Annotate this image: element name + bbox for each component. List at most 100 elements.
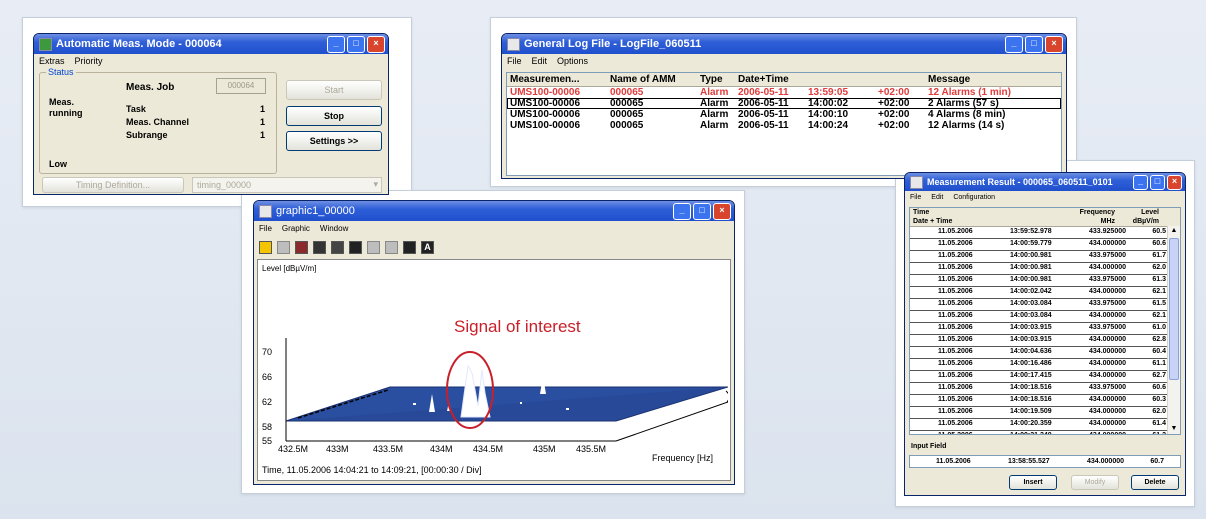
- menu-priority[interactable]: Priority: [75, 56, 103, 66]
- result-row[interactable]: 11.05.2006 14:00:16.486 434.000000 61.1: [910, 359, 1180, 371]
- minimize-icon[interactable]: _: [1133, 174, 1148, 190]
- result-row[interactable]: 11.05.2006 14:00:17.415 434.000000 62.7: [910, 371, 1180, 383]
- result-row[interactable]: 11.05.2006 14:00:19.509 434.000000 62.0: [910, 407, 1180, 419]
- log-row-1[interactable]: UMS100-00006 000065 Alarm 2006-05-11 13:…: [507, 87, 1061, 98]
- menu-options[interactable]: Options: [557, 56, 588, 66]
- result-cell: 433.975000: [1089, 300, 1126, 307]
- timing-definition-button[interactable]: Timing Definition...: [42, 177, 184, 193]
- signal-blip-3: [566, 408, 569, 410]
- close-icon[interactable]: ×: [367, 35, 385, 53]
- y-axis-label: Level [dBµV/m]: [262, 264, 317, 273]
- insert-button[interactable]: Insert: [1009, 475, 1057, 490]
- text-icon[interactable]: A: [421, 241, 434, 254]
- title-bar: Measurement Result - 000065_060511_0101 …: [905, 173, 1185, 191]
- minimize-icon[interactable]: _: [673, 202, 691, 220]
- close-icon[interactable]: ×: [1045, 35, 1063, 53]
- close-icon[interactable]: ×: [713, 202, 731, 220]
- scroll-thumb[interactable]: [1169, 238, 1179, 380]
- menu-file[interactable]: File: [910, 194, 921, 201]
- menu-extras[interactable]: Extras: [39, 56, 65, 66]
- result-row[interactable]: 11.05.2006 14:00:00.981 433.975000 61.7: [910, 251, 1180, 263]
- result-row[interactable]: 11.05.200614:00:21.240434.00000061.2: [910, 431, 1180, 434]
- y-tick: 58: [262, 422, 273, 432]
- delete-button[interactable]: Delete: [1131, 475, 1179, 490]
- result-row[interactable]: 11.05.2006 14:00:59.779 434.000000 60.6: [910, 239, 1180, 251]
- grid-icon[interactable]: [331, 241, 344, 254]
- result-cell: 434.000000: [1089, 408, 1126, 415]
- view-icon[interactable]: [277, 241, 290, 254]
- menu-file[interactable]: File: [259, 224, 272, 233]
- stop-button[interactable]: Stop: [286, 106, 382, 126]
- menu-configuration[interactable]: Configuration: [953, 194, 995, 201]
- maximize-icon[interactable]: □: [1025, 35, 1043, 53]
- col-name-of-amm[interactable]: Name of AMM: [610, 73, 700, 86]
- scroll-up-icon[interactable]: ▲: [1168, 226, 1180, 236]
- result-row[interactable]: 11.05.2006 14:00:20.359 434.000000 61.4: [910, 419, 1180, 431]
- minimize-icon[interactable]: _: [1005, 35, 1023, 53]
- result-cell: 11.05.2006: [938, 360, 973, 367]
- result-row[interactable]: 11.05.2006 14:00:00.981 433.975000 61.3: [910, 275, 1180, 287]
- result-row[interactable]: 11.05.2006 14:00:04.636 434.000000 60.4: [910, 347, 1180, 359]
- result-row[interactable]: 11.05.2006 14:00:18.516 434.000000 60.3: [910, 395, 1180, 407]
- color-icon[interactable]: [295, 241, 308, 254]
- log-row-3[interactable]: UMS100-00006 000065 Alarm 2006-05-11 14:…: [507, 109, 1061, 120]
- signal-of-interest-annotation: Signal of interest: [454, 317, 581, 336]
- menu-file[interactable]: File: [507, 56, 522, 66]
- rotate-icon[interactable]: [349, 241, 362, 254]
- result-cell: 14:00:18.516: [1010, 396, 1052, 403]
- close-icon[interactable]: ×: [1167, 174, 1182, 190]
- cell: 4 Alarms (8 min): [928, 109, 1006, 120]
- result-row[interactable]: 11.05.2006 14:00:03.915 433.975000 61.0: [910, 323, 1180, 335]
- menu-edit[interactable]: Edit: [931, 194, 943, 201]
- col-frequency[interactable]: Frequency: [1053, 208, 1115, 217]
- result-cell: 14:00:03.084: [1010, 312, 1052, 319]
- scroll-down-icon[interactable]: ▼: [1168, 424, 1180, 434]
- zoom-icon[interactable]: [313, 241, 326, 254]
- input-frequency[interactable]: 434.000000: [1068, 456, 1124, 467]
- timing-select[interactable]: timing_00000 ▾: [192, 177, 382, 193]
- graphic-toolbar: A: [259, 241, 434, 254]
- log-row-2[interactable]: UMS100-00006 000065 Alarm 2006-05-11 14:…: [507, 98, 1061, 109]
- result-row[interactable]: 11.05.2006 14:00:03.084 433.975000 61.5: [910, 299, 1180, 311]
- print-icon[interactable]: [403, 241, 416, 254]
- x-tick: 433.5M: [373, 444, 404, 454]
- result-row[interactable]: 11.05.2006 14:00:03.915 434.000000 62.8: [910, 335, 1180, 347]
- cell: 2006-05-11: [738, 98, 789, 109]
- input-field-row[interactable]: 11.05.2006 13:58:55.527 434.000000 60.7: [909, 455, 1181, 468]
- maximize-icon[interactable]: □: [347, 35, 365, 53]
- x-tick: 434.5M: [473, 444, 504, 454]
- result-row[interactable]: 11.05.2006 14:00:18.516 433.975000 60.6: [910, 383, 1180, 395]
- status-group-label: Status: [46, 67, 76, 77]
- col-measurement[interactable]: Measuremen...: [507, 73, 610, 86]
- menu-graphic[interactable]: Graphic: [282, 224, 310, 233]
- modify-button[interactable]: Modify: [1071, 475, 1119, 490]
- marker-icon[interactable]: [259, 241, 272, 254]
- view-3d-icon[interactable]: [385, 241, 398, 254]
- menu-edit[interactable]: Edit: [532, 56, 548, 66]
- col-level[interactable]: Level: [1115, 208, 1159, 217]
- start-button[interactable]: Start: [286, 80, 382, 100]
- col-date-time[interactable]: Date+Time: [738, 73, 928, 86]
- maximize-icon[interactable]: □: [693, 202, 711, 220]
- input-time[interactable]: 13:58:55.527: [1008, 456, 1068, 467]
- menu-window[interactable]: Window: [320, 224, 348, 233]
- result-row[interactable]: 11.05.2006 14:00:02.042 434.000000 62.1: [910, 287, 1180, 299]
- time-range-footer: Time, 11.05.2006 14:04:21 to 14:09:21, […: [262, 465, 482, 475]
- maximize-icon[interactable]: □: [1150, 174, 1165, 190]
- result-cell: 62.1: [1152, 288, 1166, 295]
- result-row[interactable]: 11.05.2006 14:00:03.084 434.000000 62.1: [910, 311, 1180, 323]
- log-row-4[interactable]: UMS100-00006 000065 Alarm 2006-05-11 14:…: [507, 120, 1061, 131]
- result-cell: 434.000000: [1089, 372, 1126, 379]
- col-type[interactable]: Type: [700, 73, 738, 86]
- result-cell: 14:00:17.415: [1010, 372, 1052, 379]
- col-time[interactable]: Time: [910, 208, 1053, 217]
- settings-icon[interactable]: [367, 241, 380, 254]
- scrollbar[interactable]: ▲ ▼: [1167, 226, 1180, 434]
- input-level[interactable]: 60.7: [1124, 456, 1164, 467]
- settings-button[interactable]: Settings >>: [286, 131, 382, 151]
- minimize-icon[interactable]: _: [327, 35, 345, 53]
- result-row[interactable]: 11.05.2006 13:59:52.978 433.925000 60.5: [910, 227, 1180, 239]
- result-row[interactable]: 11.05.2006 14:00:00.981 434.000000 62.0: [910, 263, 1180, 275]
- col-message[interactable]: Message: [928, 73, 1048, 86]
- input-date[interactable]: 11.05.2006: [910, 456, 1008, 467]
